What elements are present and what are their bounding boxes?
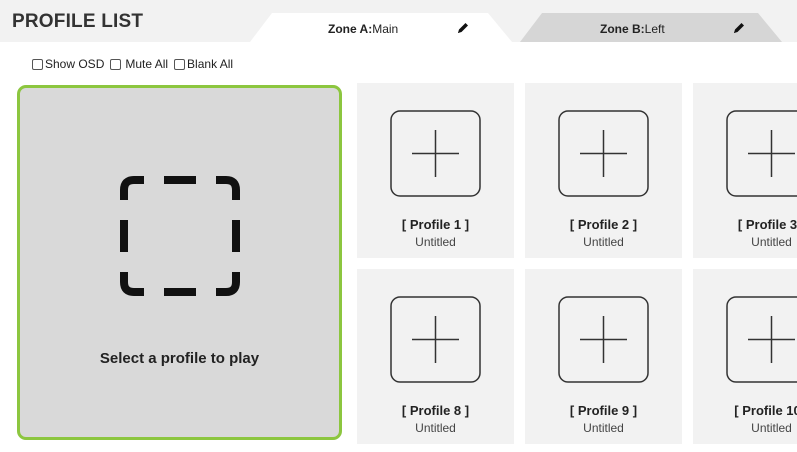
tab-zone-b-label: Zone B:Left: [600, 22, 665, 36]
mute-all-checkbox[interactable]: Mute All: [110, 57, 168, 71]
profile-status: Untitled: [583, 235, 624, 249]
player-drop-zone[interactable]: Select a profile to play: [17, 85, 342, 440]
profile-status: Untitled: [751, 421, 792, 435]
tab-zone-a-label: Zone A:Main: [328, 22, 398, 36]
profile-name: [ Profile 8 ]: [401, 403, 470, 418]
tab-zone-b-zone: Zone B:: [600, 22, 645, 36]
plus-icon[interactable]: [390, 110, 481, 197]
profile-status: Untitled: [415, 421, 456, 435]
pencil-icon[interactable]: [456, 21, 470, 35]
dashed-square-icon: [120, 176, 240, 296]
profile-card-10[interactable]: [ Profile 10 ] Untitled: [693, 269, 797, 444]
profile-name: [ Profile 10 ]: [734, 403, 797, 418]
options-bar: Show OSD Mute All Blank All: [32, 56, 239, 72]
tab-zone-a[interactable]: Zone A:Main: [250, 13, 512, 42]
profile-card-8[interactable]: [ Profile 8 ] Untitled: [357, 269, 514, 444]
profile-status: Untitled: [415, 235, 456, 249]
header-bar: PROFILE LIST Zone A:Main Zone B:Left: [0, 0, 797, 42]
tab-zone-b[interactable]: Zone B:Left: [520, 13, 782, 42]
tab-zone-b-name: Left: [644, 22, 665, 36]
checkbox-box[interactable]: [32, 58, 43, 70]
profile-card-3[interactable]: [ Profile 3 ] Untitled: [693, 83, 797, 258]
plus-icon[interactable]: [726, 296, 797, 383]
mute-all-label: Mute All: [125, 57, 169, 71]
profile-status: Untitled: [583, 421, 624, 435]
plus-icon[interactable]: [558, 296, 649, 383]
blank-all-checkbox[interactable]: Blank All: [174, 57, 233, 71]
checkbox-box[interactable]: [110, 58, 122, 70]
profile-card-2[interactable]: [ Profile 2 ] Untitled: [525, 83, 682, 258]
plus-icon[interactable]: [390, 296, 481, 383]
show-osd-label: Show OSD: [45, 57, 105, 71]
profile-grid: [ Profile 1 ] Untitled [ Profile 2 ] Unt…: [357, 83, 797, 452]
page-title: PROFILE LIST: [12, 11, 144, 32]
player-placeholder-text: Select a profile to play: [99, 350, 260, 367]
profile-status: Untitled: [751, 235, 792, 249]
blank-all-label: Blank All: [187, 57, 234, 71]
profile-card-9[interactable]: [ Profile 9 ] Untitled: [525, 269, 682, 444]
show-osd-checkbox[interactable]: Show OSD: [32, 57, 104, 71]
plus-icon[interactable]: [558, 110, 649, 197]
profile-name: [ Profile 2 ]: [569, 217, 638, 232]
tab-zone-a-zone: Zone A:: [328, 22, 373, 36]
profile-card-1[interactable]: [ Profile 1 ] Untitled: [357, 83, 514, 258]
tab-zone-a-name: Main: [372, 22, 399, 36]
profile-name: [ Profile 9 ]: [569, 403, 638, 418]
pencil-icon[interactable]: [732, 21, 746, 35]
profile-name: [ Profile 3 ]: [737, 217, 797, 232]
profile-name: [ Profile 1 ]: [401, 217, 470, 232]
checkbox-box[interactable]: [174, 58, 186, 70]
plus-icon[interactable]: [726, 110, 797, 197]
